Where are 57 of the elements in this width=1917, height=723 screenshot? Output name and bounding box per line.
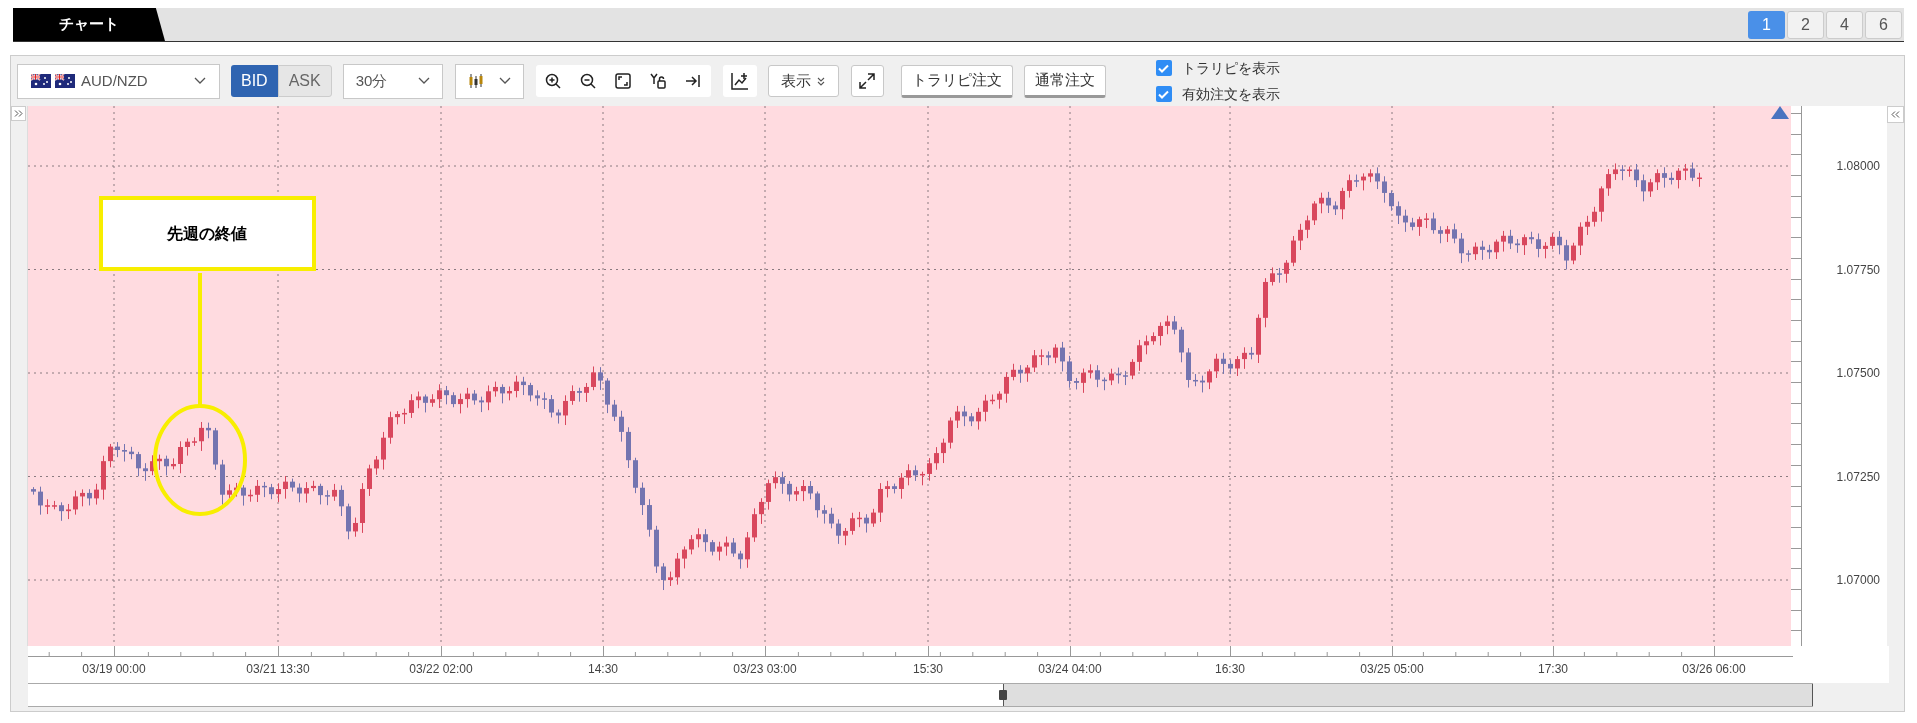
add-indicator-button[interactable] xyxy=(722,65,757,97)
checkbox[interactable] xyxy=(1155,86,1172,102)
layout-button[interactable]: 2 xyxy=(1787,10,1824,39)
price-side-button[interactable]: BID xyxy=(231,65,278,97)
display-menu-button[interactable]: 表示 xyxy=(767,65,839,97)
x-axis-label: 03/21 13:30 xyxy=(246,663,310,675)
zoom-out-icon xyxy=(580,73,597,89)
checkmark-icon xyxy=(1158,63,1170,73)
layout-button[interactable]: 6 xyxy=(1865,10,1902,39)
chevron-down-icon xyxy=(417,77,430,85)
price-side-button[interactable]: ASK xyxy=(277,65,332,97)
chevron-down-icon xyxy=(498,77,511,85)
order-button[interactable]: 通常注文 xyxy=(1023,64,1106,98)
chart-plus-icon xyxy=(730,72,749,90)
double-chevron-icon xyxy=(817,76,826,86)
x-axis-label: 14:30 xyxy=(588,663,618,675)
y-axis-lock-icon xyxy=(650,73,667,89)
x-axis-label: 03/24 04:00 xyxy=(1038,663,1102,675)
candlestick-icon xyxy=(467,73,484,89)
checkbox-label: 有効注文を表示 xyxy=(1181,84,1280,104)
checkmark-icon xyxy=(1158,89,1170,99)
fit-screen-icon xyxy=(615,73,632,89)
chart-type-select[interactable] xyxy=(454,63,524,99)
timeframe-label: 30分 xyxy=(355,70,388,91)
fullscreen-button[interactable] xyxy=(850,65,884,97)
expand-icon xyxy=(859,73,876,89)
flag-icon xyxy=(31,74,51,88)
x-axis-label: 15:30 xyxy=(913,663,943,675)
checkbox-label: トラリピを表示 xyxy=(1181,58,1280,78)
x-axis-label: 03/19 00:00 xyxy=(82,663,146,675)
y-axis-label: 1.08000 xyxy=(1836,160,1880,172)
y-axis-label: 1.07750 xyxy=(1836,263,1880,276)
x-axis-label: 03/23 03:00 xyxy=(733,663,797,675)
flag-icon xyxy=(55,74,75,88)
layout-button[interactable]: 4 xyxy=(1826,10,1863,39)
x-axis-label: 16:30 xyxy=(1215,663,1245,675)
currency-pair-label: AUD/NZD xyxy=(81,70,148,91)
x-axis-label: 03/22 02:00 xyxy=(409,663,473,675)
double-chevron-right-icon xyxy=(14,110,23,117)
x-axis-label: 03/25 05:00 xyxy=(1360,663,1424,675)
triangle-marker-icon xyxy=(1771,106,1789,119)
navigator-handle[interactable] xyxy=(999,690,1007,700)
jump-to-end-icon xyxy=(685,73,702,89)
checkbox[interactable] xyxy=(1155,60,1172,76)
x-axis-label: 17:30 xyxy=(1538,663,1568,675)
order-button[interactable]: トラリピ注文 xyxy=(900,64,1013,98)
y-axis-label: 1.07000 xyxy=(1836,574,1880,586)
currency-pair-select[interactable]: AUD/NZD xyxy=(17,63,220,99)
zoom-in-icon xyxy=(545,73,562,89)
annotation-label: 先週の終値 xyxy=(99,196,316,271)
chevron-down-icon xyxy=(194,77,206,85)
x-axis-label: 03/26 06:00 xyxy=(1682,663,1746,675)
y-axis-label: 1.07500 xyxy=(1836,367,1880,379)
chart-tab[interactable]: チャート xyxy=(13,8,165,41)
double-chevron-left-icon xyxy=(1891,111,1900,118)
y-axis-label: 1.07250 xyxy=(1836,470,1880,483)
timeframe-select[interactable]: 30分 xyxy=(342,63,443,99)
